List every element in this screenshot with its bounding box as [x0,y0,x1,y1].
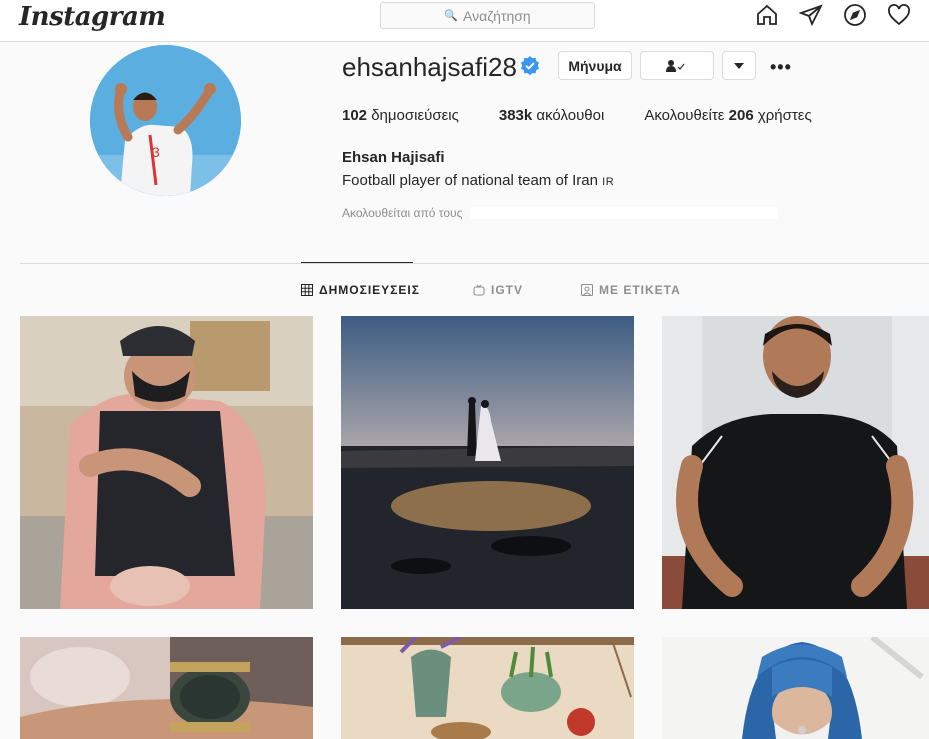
instagram-logo[interactable]: Instagram [19,2,166,32]
home-icon[interactable] [755,3,779,27]
posts-stat: 102 δημοσιεύσεις [342,107,459,124]
nav-icons [755,3,911,27]
posts-count: 102 [342,107,368,124]
search-icon: 🔍 [444,10,459,22]
profile-avatar[interactable]: 3 [90,45,241,196]
profile-full-name: Ehsan Hajisafi [342,149,445,166]
search-placeholder: Αναζήτηση [463,7,531,24]
tab-posts-label: ΔΗΜΟΣΙΕΥΣΕΙΣ [319,283,420,297]
suggestions-dropdown-button[interactable] [722,51,756,80]
chevron-down-icon [734,62,744,69]
tab-igtv[interactable]: IGTV [473,283,523,297]
more-options-icon[interactable]: ••• [770,57,792,78]
explore-icon[interactable] [843,3,867,27]
profile-bio: Football player of national team of Iran… [342,172,614,189]
following-suffix: χρήστες [753,107,812,124]
verified-badge-icon [521,56,539,76]
tab-tagged-label: ΜΕ ΕΤΙΚΕΤΑ [599,283,681,297]
tab-igtv-label: IGTV [491,283,524,297]
message-button[interactable]: Μήνυμα [558,51,632,80]
post-thumbnail[interactable] [20,637,313,739]
tagged-icon [581,284,593,296]
following-user-check-icon [666,59,685,72]
tab-posts[interactable]: ΔΗΜΟΣΙΕΥΣΕΙΣ [301,283,420,297]
post-thumbnail[interactable] [662,637,929,739]
profile-username: ehsanhajsafi28 [342,52,517,82]
direct-icon[interactable] [799,3,823,27]
followed-by-label: Ακολουθείται από τους [342,206,463,220]
bio-text: Football player of national team of Iran [342,172,598,189]
active-tab-indicator [301,262,413,263]
svg-text:3: 3 [152,144,160,160]
activity-icon[interactable] [887,3,911,27]
grid-icon [301,284,313,296]
post-thumbnail[interactable] [341,316,634,609]
search-input[interactable]: 🔍 Αναζήτηση [380,2,595,29]
followers-stat[interactable]: 383k ακόλουθοι [499,107,604,124]
profile-stats: 102 δημοσιεύσεις 383k ακόλουθοι Ακολουθε… [342,107,812,124]
post-thumbnail[interactable] [662,316,929,609]
post-thumbnail[interactable] [341,637,634,739]
following-prefix: Ακολουθείτε [644,107,729,124]
posts-label: δημοσιεύσεις [367,107,459,124]
post-thumbnail[interactable] [20,316,313,609]
tabs-divider [20,263,929,264]
tab-tagged[interactable]: ΜΕ ΕΤΙΚΕΤΑ [581,283,681,297]
following-stat[interactable]: Ακολουθείτε 206 χρήστες [644,107,811,124]
following-button[interactable] [640,51,714,80]
top-navigation-bar: Instagram 🔍 Αναζήτηση [0,0,929,42]
igtv-icon [473,284,485,296]
followed-by-list[interactable] [470,207,778,219]
followers-label: ακόλουθοι [532,107,605,124]
following-count: 206 [728,107,754,124]
iran-flag-label: IR [602,176,615,188]
followers-count: 383k [498,107,533,124]
